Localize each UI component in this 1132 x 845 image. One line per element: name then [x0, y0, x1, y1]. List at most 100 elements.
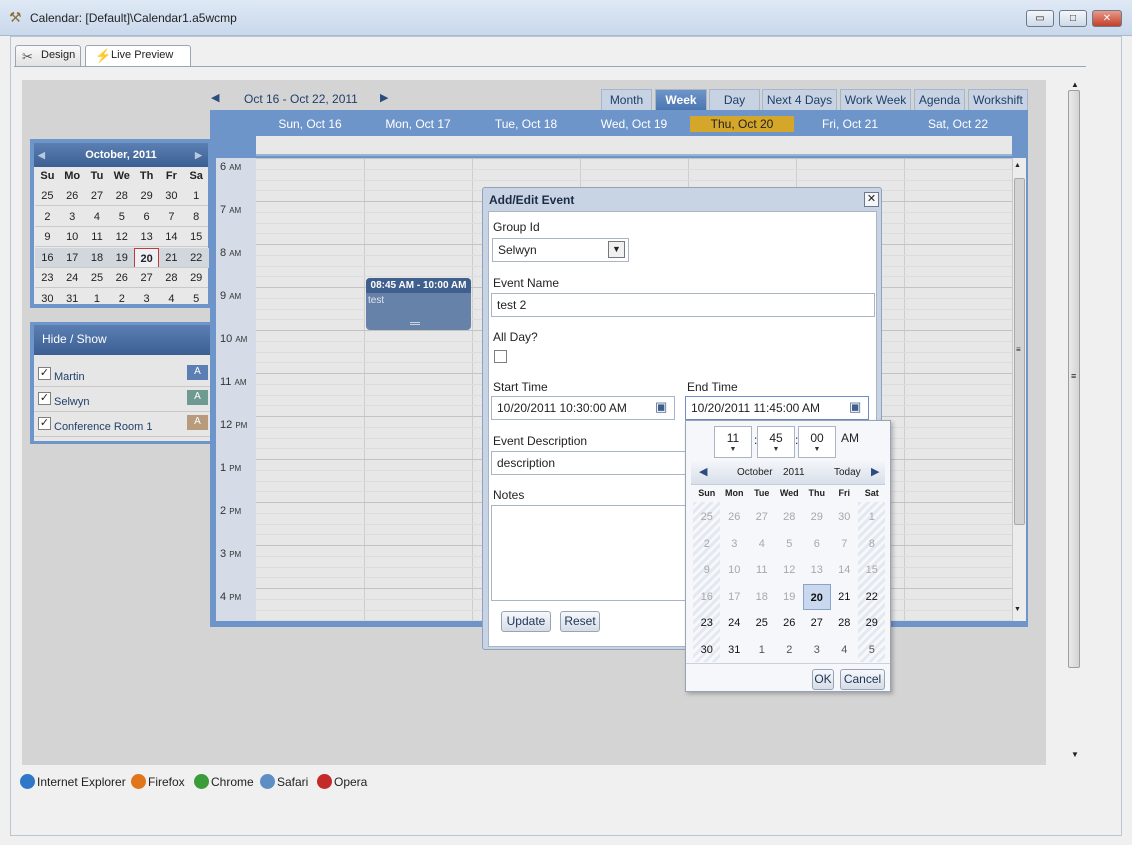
- picker-day[interactable]: 29: [803, 504, 831, 531]
- mini-calendar-day[interactable]: 26: [60, 186, 85, 206]
- picker-day[interactable]: 13: [803, 557, 831, 584]
- picker-day[interactable]: 26: [721, 504, 749, 531]
- mini-calendar-day[interactable]: 9: [35, 227, 60, 247]
- spin-down-icon[interactable]: ▼: [758, 446, 794, 453]
- second-spinner[interactable]: 00 ▼: [798, 426, 836, 458]
- picker-day[interactable]: 8: [858, 531, 886, 558]
- mini-calendar-day[interactable]: 5: [109, 207, 134, 227]
- mini-calendar-day[interactable]: 3: [134, 289, 159, 309]
- hide-show-row[interactable]: ✓ Martin A: [34, 362, 210, 387]
- picker-day[interactable]: 5: [776, 531, 804, 558]
- mini-calendar-day[interactable]: 12: [109, 227, 134, 247]
- mini-calendar-day[interactable]: 26: [109, 268, 134, 288]
- mini-calendar-day[interactable]: 6: [134, 207, 159, 227]
- mini-calendar-day[interactable]: 28: [109, 186, 134, 206]
- mini-calendar-day[interactable]: 1: [85, 289, 110, 309]
- picker-day[interactable]: 24: [721, 610, 749, 637]
- picker-day[interactable]: 18: [748, 584, 776, 611]
- next-month-icon[interactable]: ▶: [871, 465, 879, 478]
- mini-calendar-day[interactable]: 1: [184, 186, 209, 206]
- view-tab-month[interactable]: Month: [601, 89, 652, 110]
- tab-design[interactable]: ✂ Design: [15, 45, 81, 66]
- visibility-checkbox[interactable]: ✓: [38, 367, 51, 380]
- picker-day[interactable]: 29: [858, 610, 886, 637]
- close-window-button[interactable]: ✕: [1092, 10, 1122, 27]
- picker-day[interactable]: 4: [748, 531, 776, 558]
- browser-opera[interactable]: Opera: [317, 774, 367, 789]
- mini-calendar-day[interactable]: 30: [35, 289, 60, 309]
- maximize-button[interactable]: □: [1059, 10, 1087, 27]
- mini-calendar-day[interactable]: 20: [134, 247, 159, 268]
- browser-internet-explorer[interactable]: Internet Explorer: [20, 774, 126, 789]
- picker-day[interactable]: 14: [831, 557, 859, 584]
- resize-handle[interactable]: [410, 322, 420, 325]
- picker-day[interactable]: 21: [831, 584, 859, 611]
- picker-day[interactable]: 3: [803, 637, 831, 664]
- browser-safari[interactable]: Safari: [260, 774, 308, 789]
- mini-calendar-day[interactable]: 15: [184, 227, 209, 247]
- mini-calendar-day[interactable]: 7: [159, 207, 184, 227]
- view-tab-workshift[interactable]: Workshift: [968, 89, 1028, 110]
- calendar-clock-icon[interactable]: ▣: [655, 399, 667, 415]
- scroll-thumb[interactable]: ≡: [1068, 90, 1080, 668]
- picker-day[interactable]: 9: [693, 557, 721, 584]
- mini-calendar-day[interactable]: 24: [60, 268, 85, 288]
- picker-ok-button[interactable]: OK: [812, 669, 834, 690]
- prev-week-icon[interactable]: ◀: [211, 91, 219, 104]
- notes-textarea[interactable]: [491, 505, 691, 601]
- picker-day[interactable]: 31: [721, 637, 749, 664]
- mini-calendar-day[interactable]: 27: [134, 268, 159, 288]
- browser-firefox[interactable]: Firefox: [131, 774, 185, 789]
- picker-day[interactable]: 1: [748, 637, 776, 664]
- picker-month[interactable]: October: [737, 467, 773, 478]
- hide-show-row[interactable]: ✓ Conference Room 1 A: [34, 412, 210, 437]
- picker-day[interactable]: 3: [721, 531, 749, 558]
- picker-day[interactable]: 15: [858, 557, 886, 584]
- picker-day[interactable]: 6: [803, 531, 831, 558]
- scroll-up-icon[interactable]: ▲: [1014, 162, 1021, 169]
- mini-calendar-day[interactable]: 3: [60, 207, 85, 227]
- spin-down-icon[interactable]: ▼: [715, 446, 751, 453]
- outer-scrollbar[interactable]: ▲ ≡ ▼: [1068, 80, 1082, 760]
- view-tab-next-4-days[interactable]: Next 4 Days: [762, 89, 837, 110]
- mini-calendar-day[interactable]: 4: [159, 289, 184, 309]
- dialog-close-icon[interactable]: ✕: [864, 192, 879, 207]
- mini-calendar-day[interactable]: 13: [134, 227, 159, 247]
- start-time-input[interactable]: 10/20/2011 10:30:00 AM ▣: [491, 396, 675, 420]
- mini-calendar-day[interactable]: 10: [60, 227, 85, 247]
- event-name-input[interactable]: test 2: [491, 293, 875, 317]
- picker-day[interactable]: 2: [776, 637, 804, 664]
- update-button[interactable]: Update: [501, 611, 551, 632]
- mini-calendar-day[interactable]: 29: [134, 186, 159, 206]
- picker-day[interactable]: 30: [693, 637, 721, 664]
- picker-day[interactable]: 17: [721, 584, 749, 611]
- all-day-row[interactable]: [256, 136, 1012, 156]
- picker-day[interactable]: 28: [831, 610, 859, 637]
- next-week-icon[interactable]: ▶: [380, 91, 388, 104]
- view-tab-agenda[interactable]: Agenda: [914, 89, 965, 110]
- mini-calendar-day[interactable]: 29: [184, 268, 209, 288]
- mini-calendar-day[interactable]: 2: [109, 289, 134, 309]
- day-header[interactable]: Sat, Oct 22: [904, 117, 1012, 133]
- day-header[interactable]: Wed, Oct 19: [580, 117, 688, 133]
- mini-calendar-day[interactable]: 22: [183, 247, 209, 268]
- chevron-down-icon[interactable]: ▼: [608, 241, 625, 258]
- mini-calendar-day[interactable]: 2: [35, 207, 60, 227]
- spin-down-icon[interactable]: ▼: [799, 446, 835, 453]
- mini-calendar-day[interactable]: 23: [35, 268, 60, 288]
- browser-chrome[interactable]: Chrome: [194, 774, 254, 789]
- picker-day[interactable]: 22: [858, 584, 886, 611]
- picker-day[interactable]: 26: [776, 610, 804, 637]
- hide-show-row[interactable]: ✓ Selwyn A: [34, 387, 210, 412]
- scroll-down-icon[interactable]: ▼: [1014, 606, 1021, 613]
- day-header[interactable]: Tue, Oct 18: [472, 117, 580, 133]
- visibility-checkbox[interactable]: ✓: [38, 392, 51, 405]
- picker-day[interactable]: 2: [693, 531, 721, 558]
- view-tab-week[interactable]: Week: [655, 89, 707, 110]
- reset-button[interactable]: Reset: [560, 611, 600, 632]
- picker-day[interactable]: 11: [748, 557, 776, 584]
- picker-day[interactable]: 7: [831, 531, 859, 558]
- group-id-select[interactable]: Selwyn ▼: [492, 238, 629, 262]
- picker-day[interactable]: 28: [776, 504, 804, 531]
- picker-day[interactable]: 16: [693, 584, 721, 611]
